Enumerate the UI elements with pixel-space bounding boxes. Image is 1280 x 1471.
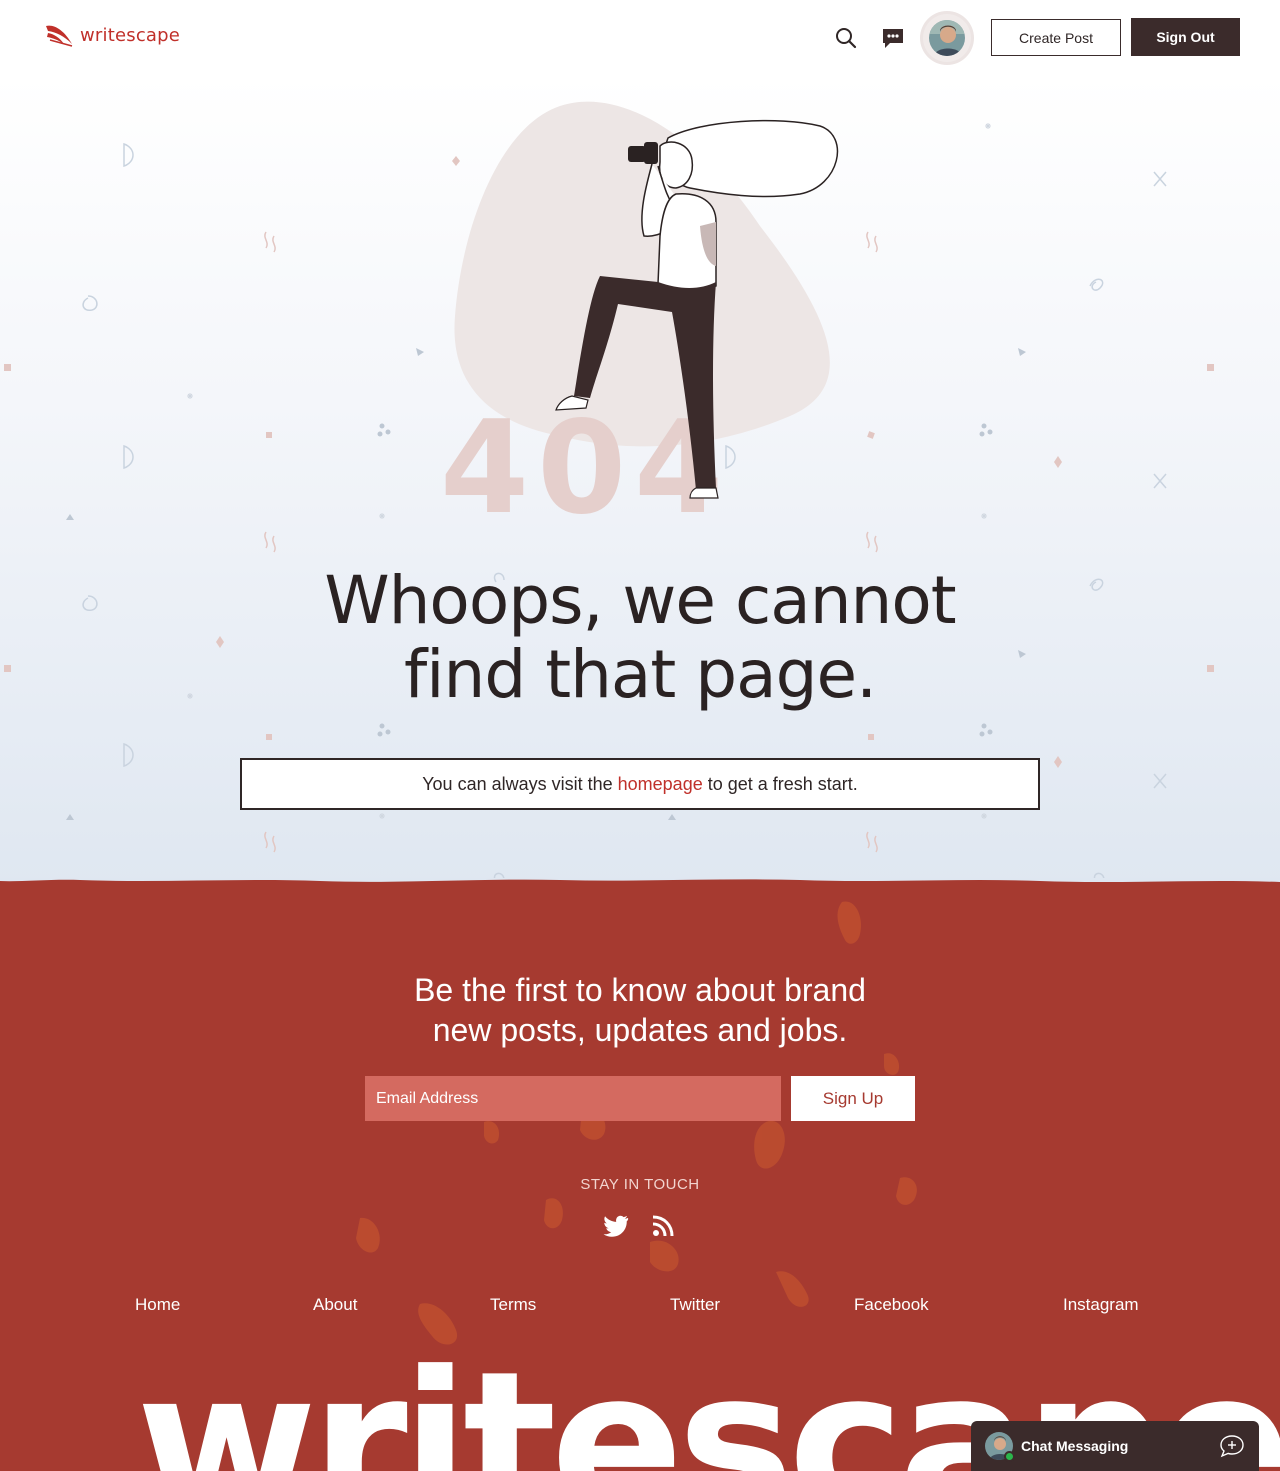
newsletter-line-1: Be the first to know about brand — [414, 972, 866, 1008]
site-header: writescape Create Post Sign Out — [0, 0, 1280, 76]
footer-link-about[interactable]: About — [313, 1295, 357, 1315]
sign-out-button[interactable]: Sign Out — [1131, 18, 1240, 56]
quill-logo-icon — [46, 25, 73, 47]
stay-in-touch-label: STAY IN TOUCH — [580, 1176, 700, 1193]
logo[interactable]: writescape — [44, 22, 180, 48]
user-avatar[interactable] — [923, 14, 971, 62]
notice-text-after: to get a fresh start. — [707, 773, 858, 794]
site-footer: Be the first to know about brand new pos… — [0, 878, 1280, 1471]
online-status-dot — [1004, 1451, 1015, 1462]
homepage-link[interactable]: homepage — [618, 774, 703, 795]
newsletter-heading: Be the first to know about brand new pos… — [340, 970, 940, 1050]
rss-icon[interactable] — [649, 1212, 677, 1240]
error-heading: Whoops, we cannot find that page. — [240, 564, 1040, 712]
chat-bubble-icon[interactable] — [879, 24, 907, 52]
notice-text-before: You can always visit the — [422, 773, 613, 794]
search-icon[interactable] — [832, 24, 860, 52]
footer-link-twitter[interactable]: Twitter — [670, 1295, 720, 1315]
error-hero: 404 Whoops, we cannot find that page. Yo… — [0, 76, 1280, 888]
heading-line-1: Whoops, we cannot — [324, 562, 956, 639]
footer-link-home[interactable]: Home — [135, 1295, 180, 1315]
homepage-notice: You can always visit the homepage to get… — [240, 758, 1040, 810]
chat-messaging-widget[interactable]: Chat Messaging — [971, 1421, 1259, 1471]
newsletter-line-2: new posts, updates and jobs. — [432, 1012, 848, 1048]
sign-up-button[interactable]: Sign Up — [791, 1076, 915, 1121]
avatar — [929, 20, 965, 56]
twitter-icon[interactable] — [602, 1212, 630, 1240]
heading-line-2: find that page. — [403, 636, 877, 713]
create-post-button[interactable]: Create Post — [991, 19, 1121, 56]
chat-label: Chat Messaging — [1021, 1438, 1129, 1454]
email-input[interactable]: Email Address — [365, 1076, 781, 1121]
footer-link-facebook[interactable]: Facebook — [854, 1295, 929, 1315]
logo-text: writescape — [80, 24, 181, 46]
new-chat-icon[interactable] — [1219, 1434, 1245, 1458]
footer-link-terms[interactable]: Terms — [490, 1295, 536, 1315]
footer-link-instagram[interactable]: Instagram — [1063, 1295, 1139, 1315]
